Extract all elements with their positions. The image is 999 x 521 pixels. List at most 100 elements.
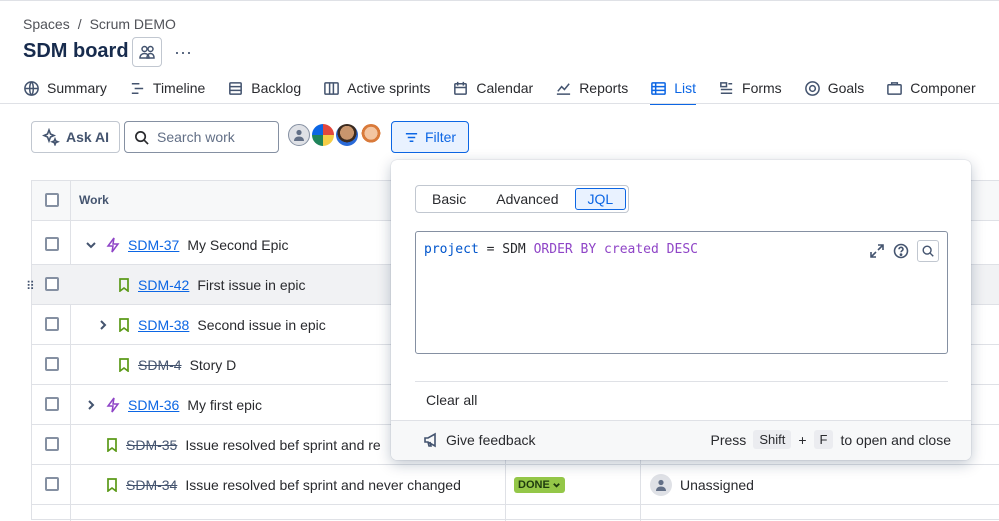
status-badge[interactable]: DONE	[514, 477, 565, 493]
tab-goals[interactable]: Goals	[804, 76, 864, 100]
target-icon	[804, 80, 820, 96]
team-button[interactable]	[132, 37, 162, 67]
mode-basic[interactable]: Basic	[418, 188, 480, 210]
breadcrumb: Spaces / Scrum DEMO	[23, 16, 176, 32]
breadcrumb-separator: /	[77, 16, 82, 32]
search-placeholder: Search work	[157, 129, 235, 145]
sparkle-icon	[42, 128, 60, 146]
issue-key[interactable]: SDM-38	[138, 317, 189, 333]
more-actions-button[interactable]: ···	[172, 40, 194, 64]
tab-bar: Summary Timeline Backlog Active sprints …	[23, 76, 976, 105]
issue-key[interactable]: SDM-36	[128, 397, 179, 413]
help-icon[interactable]	[893, 243, 909, 259]
epic-icon	[106, 237, 120, 253]
tab-components[interactable]: Componer	[886, 76, 976, 100]
forms-icon	[720, 81, 733, 94]
issue-key[interactable]: SDM-35	[126, 437, 177, 453]
chevron-down-icon[interactable]	[84, 238, 98, 252]
calendar-icon	[454, 81, 468, 95]
ask-ai-label: Ask AI	[66, 129, 110, 145]
issue-key[interactable]: SDM-42	[138, 277, 189, 293]
bookmark-icon	[119, 278, 129, 292]
give-feedback-button[interactable]: Give feedback	[423, 432, 536, 448]
mode-advanced[interactable]: Advanced	[482, 188, 572, 210]
issue-summary: My first epic	[187, 397, 263, 413]
filter-icon	[405, 132, 418, 142]
drag-handle-icon[interactable]: ⠿	[26, 279, 35, 293]
assignee-cell[interactable]: Unassigned	[650, 474, 754, 496]
jql-keyword: DESC	[666, 242, 698, 257]
bookmark-icon	[119, 318, 129, 332]
tab-summary[interactable]: Summary	[23, 76, 107, 100]
chevron-right-icon[interactable]	[84, 398, 98, 412]
row-checkbox[interactable]	[45, 477, 59, 491]
tab-active-sprints[interactable]: Active sprints	[323, 76, 430, 100]
avatar	[650, 474, 672, 496]
filter-button[interactable]: Filter	[391, 121, 469, 153]
tab-reports[interactable]: Reports	[555, 76, 628, 100]
avatar-user-3[interactable]	[360, 124, 382, 146]
row-checkbox[interactable]	[45, 277, 59, 291]
filter-mode-toggle: Basic Advanced JQL	[415, 185, 630, 213]
issue-key[interactable]: SDM-4	[138, 357, 182, 373]
tab-timeline[interactable]: Timeline	[129, 76, 205, 100]
tab-backlog[interactable]: Backlog	[227, 76, 301, 100]
chevron-down-icon	[552, 482, 560, 488]
jql-query: project = SDM ORDER BY created DESC	[424, 242, 698, 257]
top-border	[0, 0, 999, 1]
jql-value: SDM	[502, 242, 526, 257]
avatar-unassigned[interactable]	[288, 124, 310, 146]
hint-text: Press	[710, 431, 747, 448]
issue-key[interactable]: SDM-37	[128, 237, 179, 253]
person-icon	[294, 129, 304, 141]
issue-summary: My Second Epic	[187, 237, 289, 253]
ask-ai-button[interactable]: Ask AI	[31, 121, 121, 153]
backlog-icon	[229, 81, 243, 95]
jql-keyword: ORDER BY	[533, 242, 597, 257]
tab-calendar[interactable]: Calendar	[452, 76, 533, 100]
status-label: DONE	[518, 479, 550, 491]
expand-icon[interactable]	[869, 243, 885, 259]
avatar-group	[288, 124, 382, 146]
tab-label: Active sprints	[347, 80, 431, 96]
chart-icon	[557, 82, 571, 95]
timeline-icon	[131, 82, 144, 94]
row-checkbox[interactable]	[45, 357, 59, 371]
search-input[interactable]: Search work	[124, 121, 279, 153]
clear-all-button[interactable]: Clear all	[426, 392, 477, 408]
issue-key[interactable]: SDM-34	[126, 477, 177, 493]
feedback-label: Give feedback	[446, 432, 536, 448]
divider	[415, 381, 948, 382]
jql-editor[interactable]: project = SDM ORDER BY created DESC	[415, 231, 948, 354]
avatar-user-2[interactable]	[336, 124, 358, 146]
mode-jql[interactable]: JQL	[574, 188, 627, 210]
hint-plus: +	[798, 431, 807, 448]
tab-label: Summary	[47, 80, 107, 96]
row-checkbox[interactable]	[45, 317, 59, 331]
avatar-user-1[interactable]	[312, 124, 334, 146]
row-checkbox[interactable]	[45, 437, 59, 451]
tab-label: Reports	[579, 80, 629, 96]
issue-summary: Story D	[189, 357, 237, 373]
tab-label: Timeline	[152, 80, 206, 96]
tab-list[interactable]: List	[650, 76, 697, 105]
tab-label: Backlog	[251, 80, 302, 96]
tab-label: Componer	[910, 80, 976, 96]
list-icon	[651, 81, 667, 95]
table-row[interactable]: SDM-34 Issue resolved bef sprint and nev…	[32, 465, 999, 505]
select-all-checkbox[interactable]	[45, 193, 59, 207]
column-header-work: Work	[79, 193, 109, 207]
breadcrumb-spaces[interactable]: Spaces	[23, 16, 70, 32]
row-checkbox[interactable]	[45, 237, 59, 251]
chevron-right-icon[interactable]	[96, 318, 110, 332]
tab-forms[interactable]: Forms	[718, 76, 782, 100]
megaphone-icon	[424, 432, 436, 448]
breadcrumb-project[interactable]: Scrum DEMO	[90, 16, 176, 32]
page-title: SDM board	[23, 40, 129, 62]
search-query-button[interactable]	[917, 240, 939, 262]
tab-label: List	[674, 80, 697, 96]
row-checkbox[interactable]	[45, 397, 59, 411]
people-icon	[139, 45, 155, 59]
bookmark-icon	[107, 478, 117, 492]
epic-icon	[106, 397, 120, 413]
